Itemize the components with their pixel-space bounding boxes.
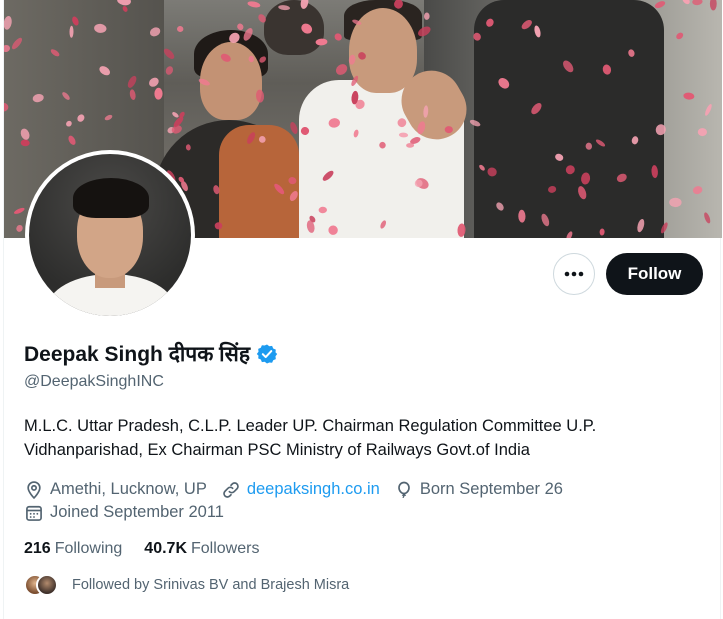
birthday-item: Born September 26 — [394, 480, 563, 500]
birthday-text: Born September 26 — [419, 480, 563, 498]
petal — [173, 116, 184, 128]
petal — [334, 33, 342, 41]
petal — [335, 64, 348, 75]
followed-by-row[interactable]: Followed by Srinivas BV and Brajesh Misr… — [24, 574, 349, 596]
followers-link[interactable]: 40.7K Followers — [144, 540, 259, 558]
profile-bio: M.L.C. Uttar Pradesh, C.L.P. Leader UP. … — [24, 417, 597, 459]
avatar-hair — [73, 178, 149, 218]
banner-person-saree — [219, 125, 299, 238]
following-link[interactable]: 216 Following — [24, 540, 122, 558]
verified-badge-icon[interactable] — [256, 343, 278, 365]
petal — [177, 25, 184, 33]
location-text: Amethi, Lucknow, UP — [50, 480, 207, 498]
followed-by-text: Followed by Srinivas BV and Brajesh Misr… — [72, 577, 350, 593]
following-count: 216 — [24, 540, 51, 557]
petal — [172, 112, 179, 118]
banner-person — [264, 0, 324, 55]
more-options-button[interactable] — [553, 253, 595, 295]
banner-person-head — [200, 42, 262, 120]
follow-button[interactable]: Follow — [606, 253, 703, 295]
following-label: Following — [54, 540, 123, 557]
follow-stats: 216 Following 40.7K Followers — [24, 540, 281, 558]
more-dots-icon — [564, 271, 584, 277]
avatar-photo — [29, 154, 191, 316]
petal — [290, 121, 298, 135]
petal — [167, 127, 175, 134]
followers-count: 40.7K — [144, 540, 187, 557]
meta-row: Amethi, Lucknow, UP deepaksingh.co.in Bo… — [24, 478, 704, 501]
banner-person — [474, 0, 664, 238]
profile-meta: Amethi, Lucknow, UP deepaksingh.co.in Bo… — [24, 478, 704, 524]
profile-page: Follow Deepak Singh दीपक सिंह @DeepakSin… — [3, 0, 722, 619]
petal — [179, 111, 185, 119]
balloon-icon — [398, 481, 410, 498]
petal — [171, 125, 182, 134]
location-item: Amethi, Lucknow, UP — [24, 480, 207, 500]
website-link[interactable]: deepaksingh.co.in — [247, 480, 380, 499]
display-name: Deepak Singh दीपक सिंह — [24, 343, 250, 366]
banner-person-head — [349, 8, 417, 93]
joined-item: Joined September 2011 — [24, 503, 224, 523]
followers-label: Followers — [191, 540, 260, 557]
petal — [165, 66, 174, 75]
mutual-avatars — [24, 574, 60, 596]
link-icon — [223, 481, 239, 498]
meta-row: Joined September 2011 — [24, 501, 704, 524]
name-row: Deepak Singh दीपक सिंह — [24, 340, 278, 368]
petal — [247, 1, 261, 8]
website-item[interactable]: deepaksingh.co.in — [221, 480, 380, 500]
profile-avatar[interactable] — [25, 150, 195, 320]
joined-text: Joined September 2011 — [50, 503, 224, 521]
location-pin-icon — [27, 480, 41, 499]
calendar-icon — [26, 505, 42, 521]
petal — [163, 48, 175, 59]
mutual-avatar — [36, 574, 58, 596]
user-handle: @DeepakSinghINC — [24, 373, 164, 390]
